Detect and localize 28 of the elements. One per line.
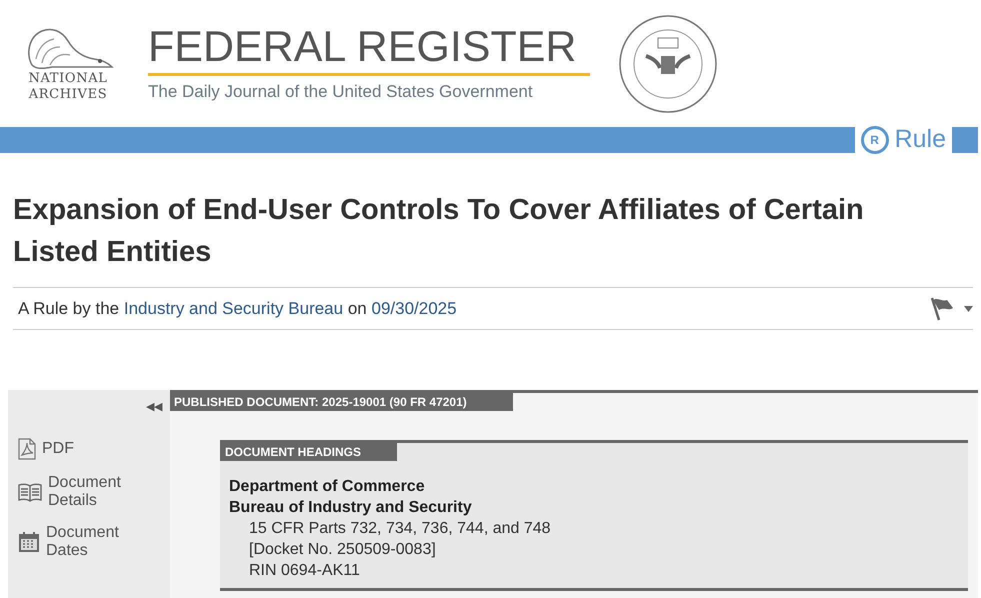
agency-logo-text: ARCHIVES (28, 86, 108, 102)
date-link[interactable]: 09/30/2025 (371, 298, 457, 318)
headings-label: DOCUMENT HEADINGS (220, 443, 397, 461)
published-document-label: PUBLISHED DOCUMENT: 2025-19001 (90 FR 47201) (170, 393, 513, 411)
header-band (952, 127, 978, 153)
seal-icon (618, 14, 718, 114)
sidebar-link[interactable]: PDF (18, 438, 128, 460)
calendar-icon (18, 531, 40, 553)
agency-name: Bureau of Industry and Security (229, 498, 473, 518)
collapse-button[interactable]: ◀◀ (144, 400, 164, 414)
heading-detail: RIN 0694-AK11 (248, 561, 361, 581)
document-type-label: Rule (894, 124, 946, 156)
heading-detail: 15 CFR Parts 732, 734, 736, 744, and 748 (248, 519, 552, 539)
flag-menu-button[interactable] (930, 296, 973, 322)
heading-detail: [Docket No. 250509-0083] (248, 540, 437, 560)
document-title: Expansion of End-User Controls To Cover Affiliates of Certain Listed Entities (13, 193, 865, 270)
rule-badge-icon: R (860, 126, 889, 154)
sidebar-link[interactable]: Document Dates (18, 524, 128, 560)
byline-text: A Rule by the Industry and Security Bureau on 09/30/2025 (18, 298, 457, 320)
book-icon (18, 482, 42, 502)
agency-link[interactable]: Industry and Security Bureau (124, 298, 344, 318)
document-icon (18, 438, 36, 460)
sidebar-link[interactable]: Document Details (18, 474, 128, 510)
agency-name: Department of Commerce (229, 477, 426, 497)
site-tagline: The Daily Journal of the United States Government (148, 81, 534, 104)
agency-logo-text: NATIONAL (28, 70, 108, 86)
caret-icon (964, 306, 973, 312)
site-title: FEDERAL REGISTER (148, 22, 576, 72)
